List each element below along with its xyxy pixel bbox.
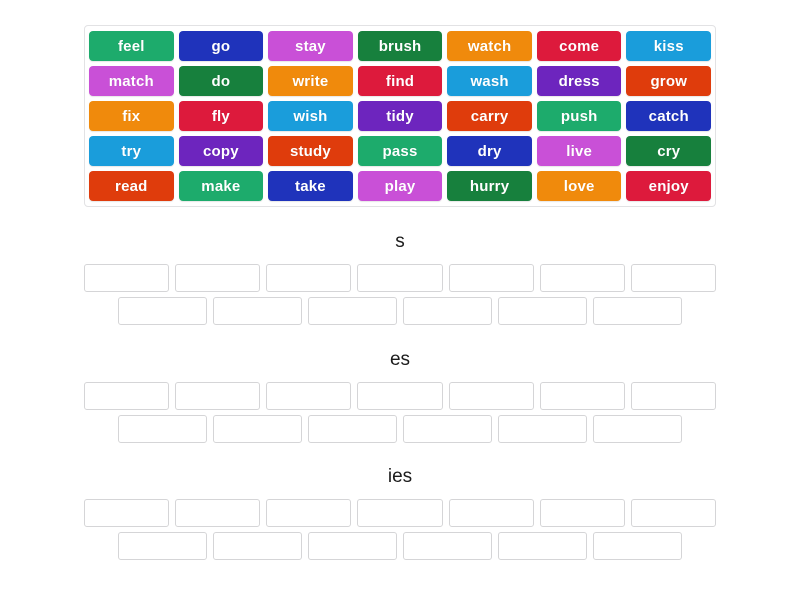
word-tile[interactable]: write xyxy=(268,66,353,96)
group-s-slot-row-2 xyxy=(84,297,716,325)
drop-slot[interactable] xyxy=(448,499,534,527)
word-tile[interactable]: kiss xyxy=(626,31,712,61)
drop-slot[interactable] xyxy=(630,264,716,292)
word-tile[interactable]: do xyxy=(178,66,264,96)
word-tile[interactable]: live xyxy=(536,136,622,166)
drop-slot[interactable] xyxy=(213,297,302,325)
drop-slot[interactable] xyxy=(308,532,397,560)
drop-slot[interactable] xyxy=(84,264,170,292)
drop-slot[interactable] xyxy=(84,499,170,527)
drop-slot[interactable] xyxy=(266,382,352,410)
word-tile[interactable]: stay xyxy=(268,31,353,61)
word-tile[interactable]: copy xyxy=(178,136,264,166)
drop-slot[interactable] xyxy=(448,264,534,292)
group-ies-slot-row-2 xyxy=(84,532,716,560)
drop-slot[interactable] xyxy=(593,532,682,560)
word-tile[interactable]: hurry xyxy=(447,171,532,201)
drop-slot[interactable] xyxy=(498,415,587,443)
word-tile[interactable]: love xyxy=(536,171,622,201)
group-s-slot-row-1 xyxy=(84,264,716,292)
word-tile[interactable]: come xyxy=(536,31,622,61)
word-tile[interactable]: carry xyxy=(447,101,532,131)
drop-slot[interactable] xyxy=(308,297,397,325)
word-tile[interactable]: feel xyxy=(89,31,174,61)
word-tile-row: try copy study pass dry live cry xyxy=(89,136,712,166)
drop-slot[interactable] xyxy=(357,499,443,527)
word-tile[interactable]: read xyxy=(89,171,174,201)
group-ies-slot-row-1 xyxy=(84,499,716,527)
drop-slot[interactable] xyxy=(213,415,302,443)
drop-slot[interactable] xyxy=(593,297,682,325)
drop-slot[interactable] xyxy=(308,415,397,443)
word-tile-row: fix fly wish tidy carry push catch xyxy=(89,101,712,131)
word-tile[interactable]: grow xyxy=(626,66,712,96)
drop-slot[interactable] xyxy=(630,499,716,527)
drop-slot[interactable] xyxy=(403,532,492,560)
drop-slot[interactable] xyxy=(403,297,492,325)
drop-slot[interactable] xyxy=(118,415,207,443)
drop-slot[interactable] xyxy=(498,532,587,560)
word-tile[interactable]: take xyxy=(268,171,353,201)
group-es: es xyxy=(84,350,716,448)
drop-slot[interactable] xyxy=(539,382,625,410)
word-tile[interactable]: watch xyxy=(447,31,532,61)
drop-slot[interactable] xyxy=(175,499,261,527)
drop-slot[interactable] xyxy=(630,382,716,410)
drop-slot[interactable] xyxy=(448,382,534,410)
drop-slot[interactable] xyxy=(175,382,261,410)
group-title-es: es xyxy=(389,349,411,370)
word-tile[interactable]: brush xyxy=(357,31,443,61)
drop-slot[interactable] xyxy=(357,264,443,292)
drop-slot[interactable] xyxy=(118,532,207,560)
word-tile[interactable]: try xyxy=(89,136,174,166)
drop-slot[interactable] xyxy=(213,532,302,560)
word-tile-row: read make take play hurry love enjoy xyxy=(89,171,712,201)
word-tile[interactable]: tidy xyxy=(357,101,443,131)
word-tile[interactable]: make xyxy=(178,171,264,201)
group-es-slot-row-1 xyxy=(84,382,716,410)
drop-slot[interactable] xyxy=(175,264,261,292)
drop-slot[interactable] xyxy=(118,297,207,325)
drop-slot[interactable] xyxy=(357,382,443,410)
word-tile[interactable]: play xyxy=(357,171,443,201)
word-tile[interactable]: catch xyxy=(626,101,712,131)
word-tile[interactable]: push xyxy=(536,101,622,131)
drop-slot[interactable] xyxy=(539,264,625,292)
group-es-slot-row-2 xyxy=(84,415,716,443)
drop-slot[interactable] xyxy=(403,415,492,443)
word-tile[interactable]: enjoy xyxy=(626,171,712,201)
drop-slot[interactable] xyxy=(498,297,587,325)
word-tile[interactable]: pass xyxy=(357,136,443,166)
word-tile[interactable]: dress xyxy=(536,66,622,96)
drop-slot[interactable] xyxy=(84,382,170,410)
group-s: s xyxy=(84,232,716,330)
word-bank-container: feel go stay brush watch come kiss match do write… xyxy=(84,25,716,207)
word-tile[interactable]: study xyxy=(268,136,353,166)
group-title-s: s xyxy=(395,231,405,252)
group-title-ies: ies xyxy=(387,466,413,487)
drop-slot[interactable] xyxy=(266,264,352,292)
word-tile[interactable]: go xyxy=(178,31,264,61)
drop-slot[interactable] xyxy=(593,415,682,443)
word-tile[interactable]: wash xyxy=(447,66,532,96)
word-tile[interactable]: match xyxy=(89,66,174,96)
drop-slot[interactable] xyxy=(266,499,352,527)
word-tile-row: match do write find wash dress grow xyxy=(89,66,712,96)
word-tile[interactable]: cry xyxy=(626,136,712,166)
word-tile[interactable]: fix xyxy=(89,101,174,131)
word-tile[interactable]: wish xyxy=(268,101,353,131)
drop-slot[interactable] xyxy=(539,499,625,527)
word-tile-row: feel go stay brush watch come kiss xyxy=(89,31,712,61)
word-tile[interactable]: fly xyxy=(178,101,264,131)
word-tile[interactable]: find xyxy=(357,66,443,96)
group-ies: ies xyxy=(84,467,716,565)
word-tile[interactable]: dry xyxy=(447,136,532,166)
